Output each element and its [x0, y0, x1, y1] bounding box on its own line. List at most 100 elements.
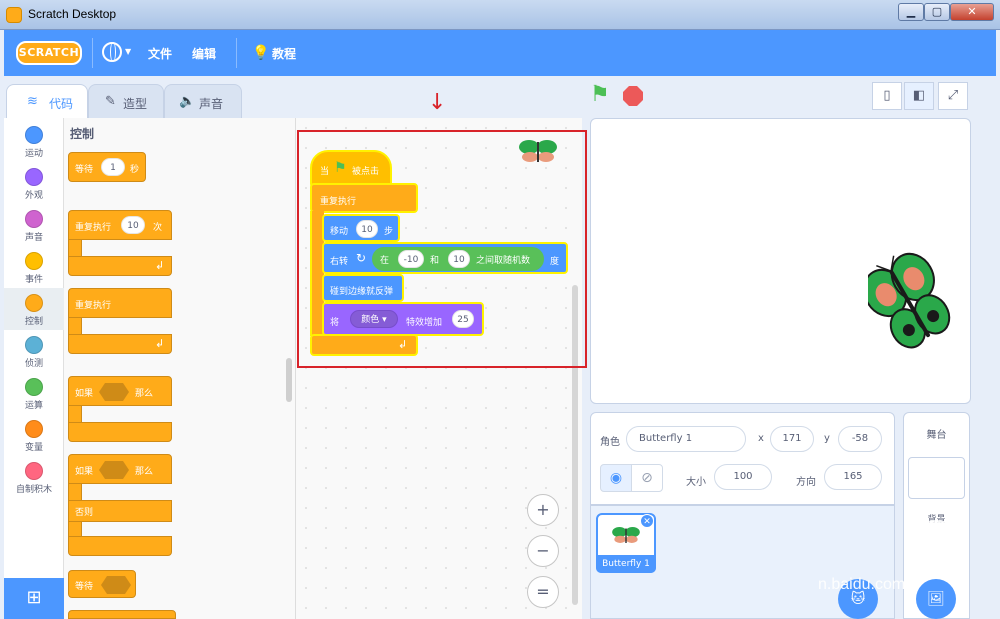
x-label: x — [758, 433, 764, 444]
size-input[interactable]: 100 — [714, 464, 772, 490]
category-dot — [25, 126, 43, 144]
category-dot — [25, 252, 43, 270]
stop-icon[interactable] — [623, 86, 643, 106]
zoom-in-button[interactable]: + — [527, 494, 559, 526]
sprite-label: 角色 — [600, 437, 620, 448]
block-forever[interactable]: 重复执行 — [68, 288, 172, 318]
menu-bar: SCRATCH ▼ 文件 编辑 💡 教程 — [4, 30, 996, 76]
hide-sprite-button[interactable]: ⊘ — [631, 464, 663, 492]
category-label: 侦测 — [24, 359, 43, 369]
fullscreen-icon[interactable]: ⤢ — [938, 82, 968, 110]
block-text: 次 — [153, 223, 163, 233]
chevron-down-icon: ▼ — [125, 47, 132, 56]
zoom-reset-button[interactable]: = — [527, 576, 559, 608]
loop-arrow-icon: ↲ — [155, 259, 165, 272]
category-operators[interactable]: 运算 — [4, 372, 64, 414]
menu-separator — [236, 38, 237, 68]
category-sensing[interactable]: 侦测 — [4, 330, 64, 372]
block-text: 否则 — [75, 508, 94, 518]
show-sprite-button[interactable]: ◉ — [600, 464, 632, 492]
sprite-name-input[interactable]: Butterfly 1 — [626, 426, 746, 452]
block-text: 如果 — [75, 389, 94, 399]
block-text: 等待 — [75, 165, 94, 175]
normal-stage-button[interactable]: ◧ — [904, 82, 934, 110]
block-repeat-foot: ↲ — [68, 256, 172, 276]
category-events[interactable]: 事件 — [4, 246, 64, 288]
boolean-slot[interactable] — [99, 383, 129, 401]
menu-file[interactable]: 文件 — [148, 45, 172, 62]
block-text: 秒 — [130, 165, 140, 175]
x-input[interactable]: 171 — [770, 426, 814, 452]
boolean-slot[interactable] — [101, 576, 131, 594]
block-text: 那么 — [135, 467, 154, 477]
tab-costumes-label: 造型 — [123, 97, 148, 111]
category-control[interactable]: 控制 — [4, 288, 64, 330]
category-label: 变量 — [24, 443, 43, 453]
block-forever-foot: ↲ — [68, 334, 172, 354]
add-extension-button[interactable]: ⊞ — [4, 578, 64, 619]
block-partial — [68, 610, 176, 619]
delete-sprite-icon[interactable]: ✕ — [640, 514, 654, 528]
block-text: 等待 — [75, 582, 94, 592]
green-flag-icon[interactable]: ⚑ — [590, 84, 614, 108]
block-if-else-foot — [68, 536, 172, 556]
category-label: 运动 — [24, 149, 43, 159]
block-categories: 运动 外观 声音 事件 控制 侦测 运算 变量 自制积木 — [4, 118, 64, 619]
block-if-then[interactable]: 如果 那么 — [68, 376, 172, 406]
palette-scrollbar[interactable] — [286, 358, 292, 402]
sprite-card-name: Butterfly 1 — [596, 555, 656, 573]
block-wait[interactable]: 等待 1 秒 — [68, 152, 146, 182]
category-dot — [25, 210, 43, 228]
category-looks[interactable]: 外观 — [4, 162, 64, 204]
butterfly-sprite-icon — [519, 140, 557, 162]
maximize-button[interactable]: ▢ — [924, 3, 950, 21]
category-variables[interactable]: 变量 — [4, 414, 64, 456]
block-if-else-arm — [68, 483, 82, 501]
tab-code[interactable]: ≋ 代码 — [6, 84, 88, 120]
block-text: 那么 — [135, 389, 154, 399]
palette-heading: 控制 — [70, 127, 95, 141]
category-label: 运算 — [24, 401, 43, 411]
direction-label: 方向 — [796, 477, 816, 488]
category-label: 自制积木 — [15, 485, 52, 495]
block-repeat[interactable]: 重复执行 10 次 — [68, 210, 172, 240]
y-input[interactable]: -58 — [838, 426, 882, 452]
category-motion[interactable]: 运动 — [4, 120, 64, 162]
category-dot — [25, 168, 43, 186]
block-if-foot — [68, 422, 172, 442]
window-title: Scratch Desktop — [28, 7, 117, 21]
menu-tutorials[interactable]: 教程 — [272, 45, 296, 62]
stage-thumbnail[interactable] — [908, 457, 965, 499]
category-label: 事件 — [24, 275, 43, 285]
tab-costumes[interactable]: ✎ 造型 — [88, 84, 164, 118]
block-wait-until[interactable]: 等待 — [68, 570, 136, 598]
loop-arrow-icon: ↲ — [155, 337, 165, 350]
block-if-else[interactable]: 如果 那么 — [68, 454, 172, 484]
tab-code-label: 代码 — [49, 97, 74, 111]
block-else: 否则 — [68, 500, 172, 522]
block-input[interactable]: 10 — [121, 216, 145, 234]
scratch-logo[interactable]: SCRATCH — [16, 41, 82, 65]
tab-sounds[interactable]: 🔈 声音 — [164, 84, 242, 118]
category-dot — [25, 420, 43, 438]
block-input[interactable]: 1 — [101, 158, 125, 176]
tab-sounds-label: 声音 — [199, 97, 224, 111]
menu-separator — [92, 38, 93, 68]
annotation-arrow-icon: ↓ — [428, 90, 447, 115]
globe-icon[interactable] — [102, 42, 122, 62]
stage-label: 舞台 — [926, 430, 947, 441]
boolean-slot[interactable] — [99, 461, 129, 479]
close-button[interactable]: ✕ — [950, 3, 994, 21]
butterfly-sprite[interactable] — [868, 252, 952, 356]
category-my-blocks[interactable]: 自制积木 — [4, 456, 64, 498]
small-stage-button[interactable]: ▯ — [872, 82, 902, 110]
lightbulb-icon: 💡 — [252, 45, 270, 61]
minimize-button[interactable]: ▁ — [898, 3, 924, 21]
code-icon: ≋ — [27, 94, 38, 109]
choose-backdrop-button[interactable]: 🖼 — [916, 579, 956, 619]
menu-edit[interactable]: 编辑 — [192, 45, 216, 62]
block-else-arm — [68, 521, 82, 537]
zoom-out-button[interactable]: − — [527, 535, 559, 567]
category-sound[interactable]: 声音 — [4, 204, 64, 246]
direction-input[interactable]: 165 — [824, 464, 882, 490]
